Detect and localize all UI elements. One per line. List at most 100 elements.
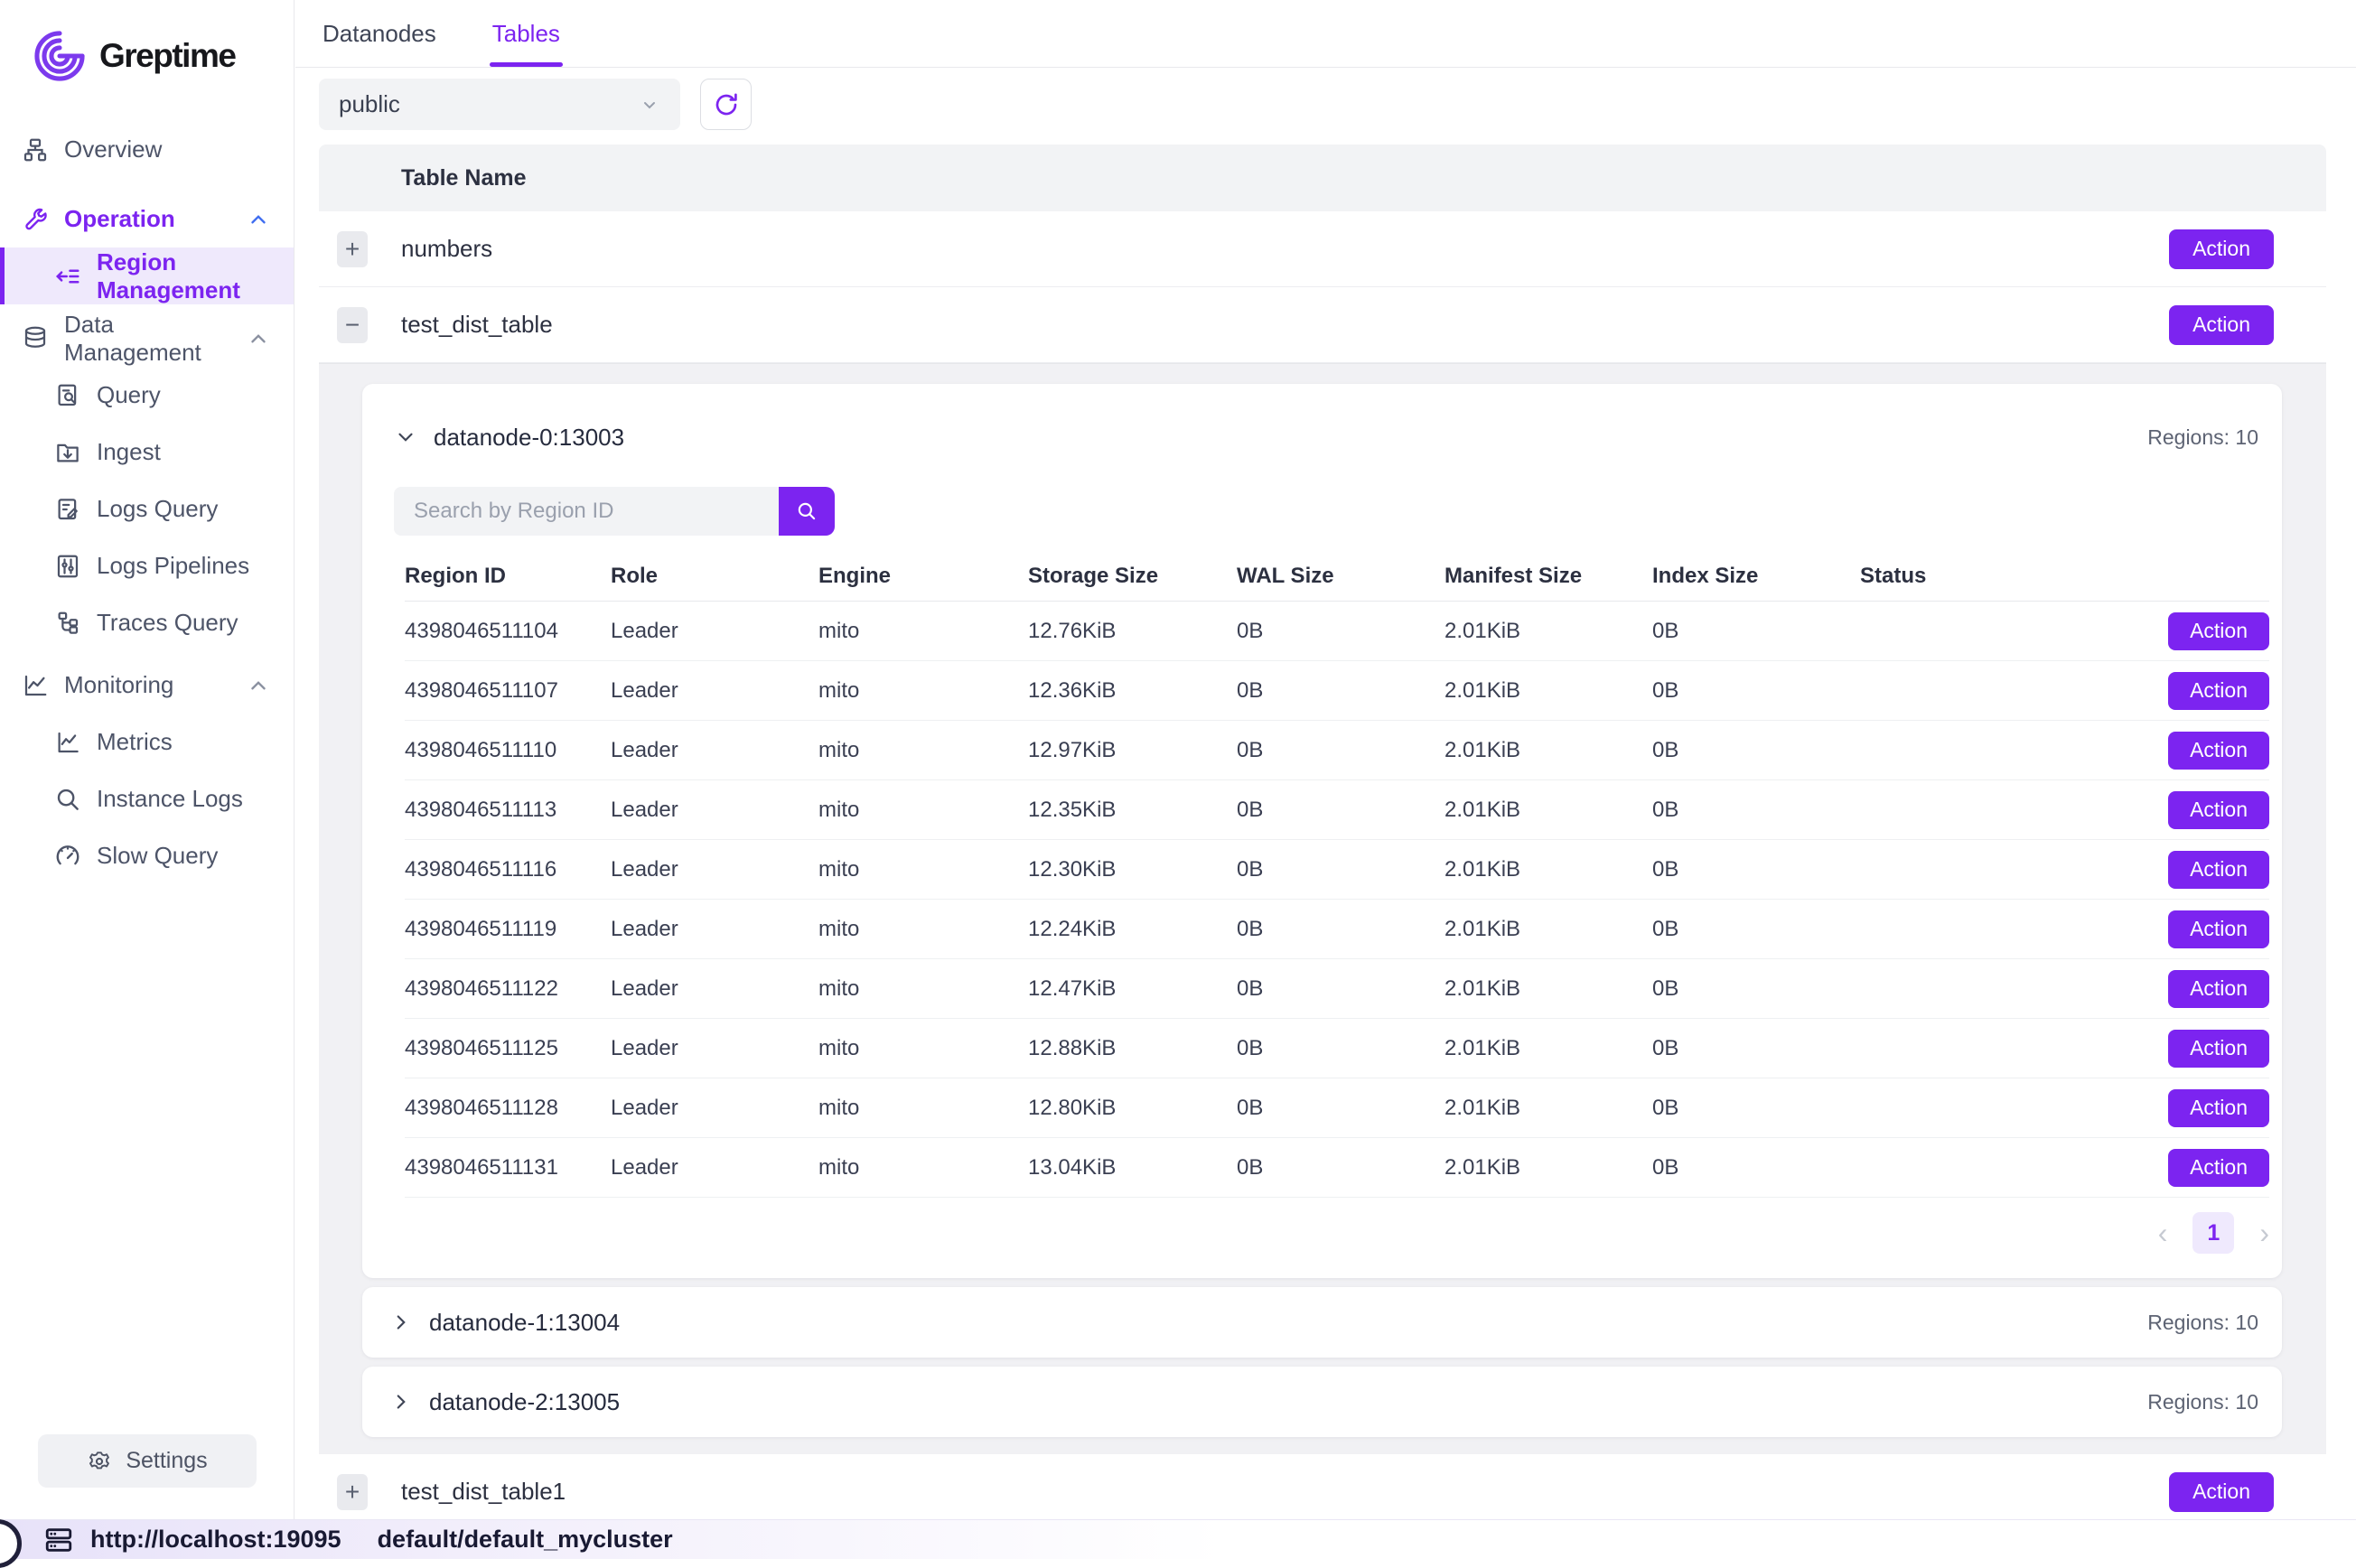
database-select[interactable]: public (319, 79, 680, 130)
column-header: Status (1860, 564, 2023, 589)
region-manifest-size: 2.01KiB (1444, 738, 1652, 763)
region-index-size: 0B (1652, 1036, 1860, 1061)
ingest-folder-icon (54, 439, 81, 466)
sidebar-item-label: Operation (64, 205, 175, 233)
refresh-button[interactable] (700, 79, 752, 130)
sidebar-item-slow-query[interactable]: Slow Query (0, 827, 294, 884)
sidebar: Greptime Overview Operation (0, 0, 294, 1519)
region-index-size: 0B (1652, 917, 1860, 942)
region-action-button[interactable]: Action (2168, 851, 2269, 889)
sidebar-item-region-management[interactable]: Region Management (0, 247, 294, 304)
datanode-1-card[interactable]: datanode-1:13004 Regions: 10 (362, 1287, 2282, 1358)
sliders-icon (54, 553, 81, 580)
region-action-button[interactable]: Action (2168, 672, 2269, 710)
sidebar-nav: Overview Operation Region Management (0, 121, 294, 884)
region-action-button[interactable]: Action (2168, 732, 2269, 770)
table-action-button[interactable]: Action (2169, 305, 2274, 345)
region-index-size: 0B (1652, 619, 1860, 644)
table-action-button[interactable]: Action (2169, 229, 2274, 269)
sidebar-item-logs-query[interactable]: Logs Query (0, 481, 294, 537)
region-search (394, 487, 2269, 536)
sidebar-item-label: Traces Query (97, 609, 238, 637)
sidebar-section-monitoring[interactable]: Monitoring (0, 657, 294, 714)
datanode-0-header[interactable]: datanode-0:13003 Regions: 10 (394, 415, 2269, 460)
sidebar-item-query[interactable]: Query (0, 367, 294, 424)
sidebar-item-logs-pipelines[interactable]: Logs Pipelines (0, 537, 294, 594)
region-role: Leader (611, 1036, 818, 1061)
region-role: Leader (611, 1155, 818, 1181)
chevron-up-icon[interactable] (247, 327, 270, 350)
document-edit-icon (54, 496, 81, 523)
region-id: 4398046511122 (405, 976, 611, 1002)
region-storage-size: 13.04KiB (1028, 1155, 1237, 1181)
settings-button[interactable]: Settings (38, 1434, 257, 1488)
pagination: ‹ 1 › (405, 1210, 2269, 1255)
region-wal-size: 0B (1237, 678, 1444, 704)
collapse-minus-icon[interactable]: − (337, 307, 368, 343)
region-search-input[interactable] (394, 487, 779, 536)
table-name-column-header: Table Name (401, 165, 526, 191)
page-number[interactable]: 1 (2192, 1212, 2234, 1254)
region-storage-size: 12.30KiB (1028, 857, 1237, 882)
region-action-button[interactable]: Action (2168, 791, 2269, 829)
chevron-up-icon[interactable] (247, 208, 270, 231)
region-action-button[interactable]: Action (2168, 1089, 2269, 1127)
region-role: Leader (611, 857, 818, 882)
sidebar-item-instance-logs[interactable]: Instance Logs (0, 770, 294, 827)
region-branch-icon (54, 263, 81, 290)
settings-label: Settings (126, 1448, 207, 1474)
region-wal-size: 0B (1237, 798, 1444, 823)
region-row: 4398046511122 Leader mito 12.47KiB 0B 2.… (405, 959, 2269, 1019)
sidebar-item-label: Region Management (97, 248, 294, 304)
chevron-up-icon[interactable] (247, 674, 270, 697)
datanode-0-card: datanode-0:13003 Regions: 10 (362, 384, 2282, 1278)
region-action-button[interactable]: Action (2168, 612, 2269, 650)
region-search-button[interactable] (779, 487, 835, 536)
sidebar-item-label: Slow Query (97, 842, 218, 870)
region-storage-size: 12.80KiB (1028, 1096, 1237, 1121)
region-action-button[interactable]: Action (2168, 1030, 2269, 1068)
tab-datanodes[interactable]: Datanodes (323, 0, 436, 67)
sidebar-section-operation[interactable]: Operation (0, 191, 294, 247)
chevron-right-icon (389, 1311, 413, 1334)
region-engine: mito (818, 678, 1028, 704)
sidebar-item-label: Monitoring (64, 671, 173, 699)
region-engine: mito (818, 976, 1028, 1002)
expand-plus-icon[interactable]: + (337, 1474, 368, 1510)
column-header: Storage Size (1028, 564, 1237, 589)
previous-page-icon[interactable]: ‹ (2158, 1218, 2168, 1247)
next-page-icon[interactable]: › (2259, 1218, 2269, 1247)
tab-tables[interactable]: Tables (492, 0, 560, 67)
chevron-right-icon (389, 1390, 413, 1414)
region-index-size: 0B (1652, 738, 1860, 763)
datanode-2-card[interactable]: datanode-2:13005 Regions: 10 (362, 1367, 2282, 1437)
table-action-button[interactable]: Action (2169, 1472, 2274, 1512)
sidebar-item-overview[interactable]: Overview (0, 121, 294, 178)
sidebar-item-metrics[interactable]: Metrics (0, 714, 294, 770)
region-role: Leader (611, 738, 818, 763)
region-engine: mito (818, 1155, 1028, 1181)
region-action-button[interactable]: Action (2168, 1149, 2269, 1187)
region-engine: mito (818, 798, 1028, 823)
expand-plus-icon[interactable]: + (337, 231, 368, 267)
region-engine: mito (818, 619, 1028, 644)
toolbar: public (319, 79, 2326, 130)
region-index-size: 0B (1652, 1155, 1860, 1181)
sidebar-item-label: Overview (64, 135, 162, 163)
sidebar-section-data-management[interactable]: Data Management (0, 310, 294, 367)
region-action-button[interactable]: Action (2168, 910, 2269, 948)
main-content: Datanodes Tables public Table Name + num… (295, 0, 2356, 1530)
line-chart-icon (22, 672, 49, 699)
region-id: 4398046511119 (405, 917, 611, 942)
region-id: 4398046511128 (405, 1096, 611, 1121)
sidebar-item-ingest[interactable]: Ingest (0, 424, 294, 481)
region-manifest-size: 2.01KiB (1444, 1096, 1652, 1121)
sidebar-item-label: Logs Pipelines (97, 552, 249, 580)
sidebar-item-traces-query[interactable]: Traces Query (0, 594, 294, 651)
region-engine: mito (818, 857, 1028, 882)
region-action-button[interactable]: Action (2168, 970, 2269, 1008)
region-role: Leader (611, 917, 818, 942)
region-index-size: 0B (1652, 678, 1860, 704)
region-role: Leader (611, 678, 818, 704)
region-index-size: 0B (1652, 976, 1860, 1002)
